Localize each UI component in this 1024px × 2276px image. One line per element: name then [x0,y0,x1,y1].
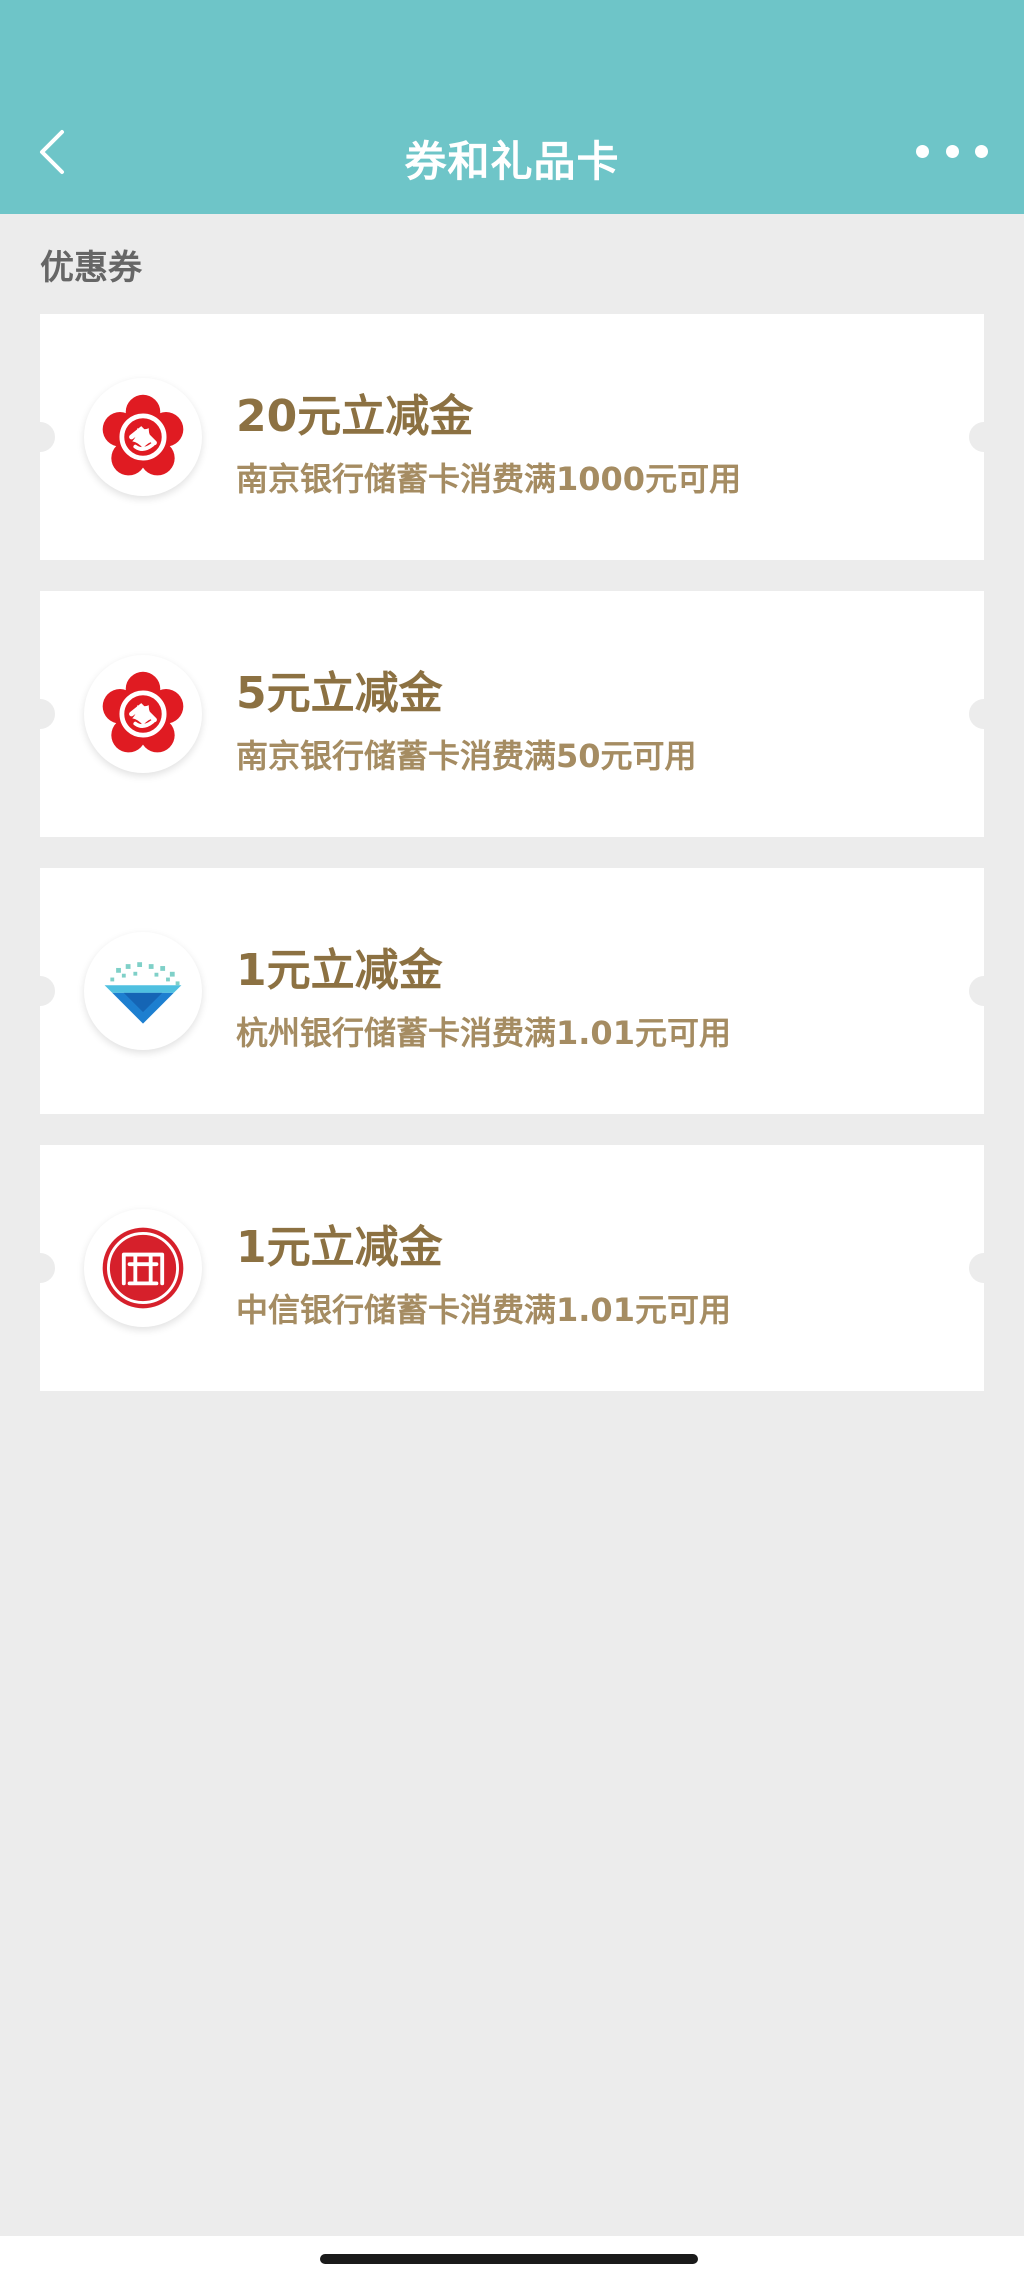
coupon-condition: 南京银行储蓄卡消费满50元可用 [236,737,697,775]
ticket-notch [969,976,999,1006]
section-label-coupons: 优惠券 [40,248,142,288]
citic-bank-logo-icon [102,1227,184,1309]
page: 券和礼品卡 优惠券 20元立减金 南京银行储蓄卡消费满1000元可用 5元立减金… [0,0,1024,2276]
coupon-amount: 1元立减金 [236,945,443,996]
header-bar: 券和礼品卡 [0,0,1024,214]
bank-logo [84,655,202,773]
ticket-notch [969,699,999,729]
ticket-notch [969,422,999,452]
coupon-amount: 20元立减金 [236,391,474,442]
ticket-notch [969,1253,999,1283]
ticket-notch [25,699,55,729]
coupon-condition: 南京银行储蓄卡消费满1000元可用 [236,460,742,498]
bank-of-hangzhou-logo-icon [104,962,182,1024]
more-dots-icon [916,144,929,158]
bank-logo [84,1209,202,1327]
coupon-card[interactable]: 1元立减金 杭州银行储蓄卡消费满1.01元可用 [25,868,999,1114]
coupon-condition: 杭州银行储蓄卡消费满1.01元可用 [236,1014,731,1052]
bank-logo [84,932,202,1050]
more-button[interactable] [916,136,988,166]
coupon-amount: 1元立减金 [236,1222,443,1273]
bank-logo [84,378,202,496]
ticket-notch [25,976,55,1006]
coupon-card[interactable]: 20元立减金 南京银行储蓄卡消费满1000元可用 [25,314,999,560]
bottom-bar [0,2236,1024,2276]
ticket-notch [25,422,55,452]
coupon-card[interactable]: 5元立减金 南京银行储蓄卡消费满50元可用 [25,591,999,837]
page-title: 券和礼品卡 [404,137,620,186]
bank-of-nanjing-logo-icon [102,394,184,476]
coupon-card[interactable]: 1元立减金 中信银行储蓄卡消费满1.01元可用 [25,1145,999,1391]
ticket-notch [25,1253,55,1283]
coupon-amount: 5元立减金 [236,668,443,719]
bank-of-nanjing-logo-icon [102,671,184,753]
home-indicator[interactable] [320,2254,698,2264]
coupon-condition: 中信银行储蓄卡消费满1.01元可用 [236,1291,731,1329]
